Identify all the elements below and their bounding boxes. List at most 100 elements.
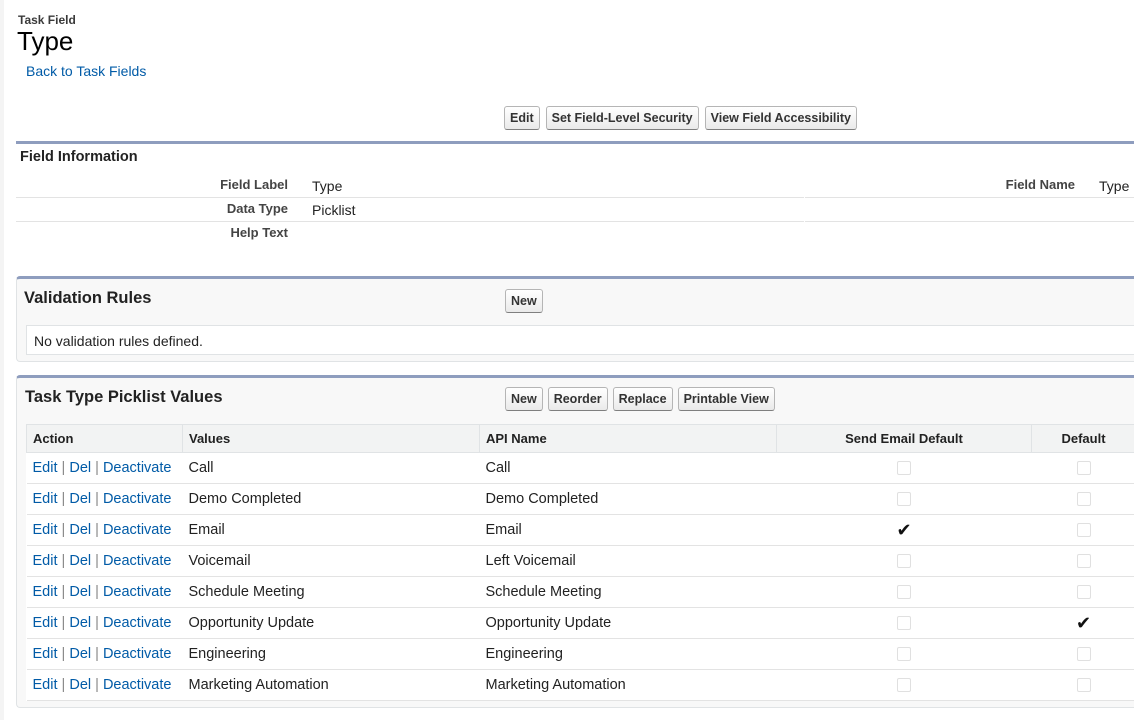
- separator: |: [95, 677, 99, 693]
- page-title: Type: [17, 26, 74, 56]
- deactivate-link[interactable]: Deactivate: [103, 584, 172, 600]
- api-name-cell: Left Voicemail: [479, 545, 777, 577]
- action-cell: Edit | Del | Deactivate: [26, 576, 183, 608]
- column-header-values[interactable]: Values: [182, 424, 480, 453]
- delete-link[interactable]: Del: [69, 646, 91, 662]
- checkmark-icon: ✔: [896, 520, 912, 541]
- delete-link[interactable]: Del: [69, 553, 91, 569]
- empty-checkbox-icon: [1076, 647, 1091, 662]
- picklist-values-section: Task Type Picklist Values New Reorder Re…: [16, 375, 1134, 708]
- separator: |: [95, 460, 99, 476]
- deactivate-link[interactable]: Deactivate: [103, 460, 172, 476]
- edit-link[interactable]: Edit: [33, 646, 58, 662]
- separator: |: [61, 522, 66, 538]
- table-row: Edit | Del | Deactivate Voicemail Left Voi…: [26, 545, 1134, 577]
- empty-checkbox-icon: [1076, 461, 1091, 476]
- column-header-send-email-default[interactable]: Send Email Default: [776, 424, 1032, 453]
- delete-link[interactable]: Del: [69, 491, 91, 507]
- edit-link[interactable]: Edit: [33, 677, 58, 693]
- table-row: Edit | Del | Deactivate Call Call: [26, 452, 1134, 484]
- action-cell: Edit | Del | Deactivate: [26, 483, 183, 515]
- delete-link[interactable]: Del: [69, 677, 91, 693]
- replace-button[interactable]: Replace: [612, 387, 673, 411]
- delete-link[interactable]: Del: [69, 522, 91, 538]
- field-label-value: Type: [312, 178, 343, 194]
- edit-link[interactable]: Edit: [33, 553, 58, 569]
- separator: |: [95, 522, 99, 538]
- value-cell: Voicemail: [182, 545, 480, 577]
- deactivate-link[interactable]: Deactivate: [103, 522, 172, 538]
- value-cell: Engineering: [182, 638, 480, 670]
- empty-checkbox-icon: [897, 461, 911, 476]
- delete-link[interactable]: Del: [69, 615, 91, 631]
- deactivate-link[interactable]: Deactivate: [103, 553, 172, 569]
- reorder-button[interactable]: Reorder: [547, 387, 608, 411]
- delete-link[interactable]: Del: [69, 584, 91, 600]
- data-type-value: Picklist: [312, 202, 356, 218]
- empty-checkbox-icon: [1076, 523, 1091, 538]
- field-name-label: Field Name: [1005, 177, 1075, 192]
- separator: |: [61, 677, 66, 693]
- deactivate-link[interactable]: Deactivate: [103, 615, 172, 631]
- separator: |: [95, 615, 99, 631]
- separator: |: [61, 553, 66, 569]
- empty-checkbox-icon: [1076, 492, 1091, 507]
- separator: |: [61, 460, 66, 476]
- send-email-default-cell: [776, 576, 1032, 608]
- send-email-default-cell: [776, 483, 1032, 515]
- api-name-cell: Call: [479, 452, 777, 484]
- empty-checkbox-icon: [897, 647, 911, 662]
- send-email-default-cell: [776, 452, 1032, 484]
- separator: |: [95, 553, 99, 569]
- empty-checkbox-icon: [897, 616, 911, 631]
- deactivate-link[interactable]: Deactivate: [103, 491, 172, 507]
- printable-view-button[interactable]: Printable View: [677, 387, 775, 411]
- empty-checkbox-icon: [1076, 585, 1091, 600]
- empty-state-message: No validation rules defined.: [34, 333, 203, 349]
- edit-link[interactable]: Edit: [33, 491, 58, 507]
- column-header-default[interactable]: Default: [1031, 424, 1134, 453]
- action-cell: Edit | Del | Deactivate: [26, 607, 183, 639]
- separator: |: [95, 646, 99, 662]
- default-cell: [1031, 514, 1134, 546]
- value-cell: Call: [182, 452, 480, 484]
- default-cell: [1031, 669, 1134, 701]
- new-validation-rule-button[interactable]: New: [505, 289, 543, 313]
- send-email-default-cell: [776, 638, 1032, 670]
- edit-button[interactable]: Edit: [504, 106, 540, 130]
- page: Task Field Type Back to Task Fields Edit…: [0, 0, 1134, 720]
- deactivate-link[interactable]: Deactivate: [103, 646, 172, 662]
- table-row: Edit | Del | Deactivate Demo Completed Dem…: [26, 483, 1134, 515]
- table-row: Edit | Del | Deactivate Opportunity Updat…: [26, 607, 1134, 639]
- back-to-task-fields-link[interactable]: Back to Task Fields: [26, 63, 146, 79]
- left-edge: [0, 0, 4, 720]
- deactivate-link[interactable]: Deactivate: [103, 677, 172, 693]
- separator: |: [61, 646, 66, 662]
- value-cell: Opportunity Update: [182, 607, 480, 639]
- edit-link[interactable]: Edit: [33, 460, 58, 476]
- view-field-accessibility-button[interactable]: View Field Accessibility: [704, 106, 857, 130]
- column-header-api-name[interactable]: API Name: [479, 424, 777, 453]
- object-type-label: Task Field: [18, 13, 76, 27]
- field-row-divider: [805, 197, 1134, 198]
- send-email-default-cell: [776, 669, 1032, 701]
- value-cell: Schedule Meeting: [182, 576, 480, 608]
- default-cell: [1031, 638, 1134, 670]
- picklist-table-body: Edit | Del | Deactivate Call Call Edit | De…: [26, 452, 1134, 701]
- field-row-divider: [16, 197, 804, 198]
- field-label-label: Field Label: [220, 177, 288, 192]
- edit-link[interactable]: Edit: [33, 522, 58, 538]
- default-cell: ✔: [1031, 607, 1134, 639]
- edit-link[interactable]: Edit: [33, 584, 58, 600]
- action-cell: Edit | Del | Deactivate: [26, 545, 183, 577]
- help-text-label: Help Text: [230, 225, 288, 240]
- send-email-default-cell: ✔: [776, 514, 1032, 546]
- new-picklist-value-button[interactable]: New: [505, 387, 543, 411]
- edit-link[interactable]: Edit: [33, 615, 58, 631]
- table-row: Edit | Del | Deactivate Schedule Meeting S…: [26, 576, 1134, 608]
- default-cell: [1031, 452, 1134, 484]
- validation-rules-title: Validation Rules: [24, 289, 152, 307]
- delete-link[interactable]: Del: [69, 460, 91, 476]
- picklist-values-table: Action Values API Name Send Email Defaul…: [26, 424, 1134, 701]
- set-field-level-security-button[interactable]: Set Field-Level Security: [545, 106, 699, 130]
